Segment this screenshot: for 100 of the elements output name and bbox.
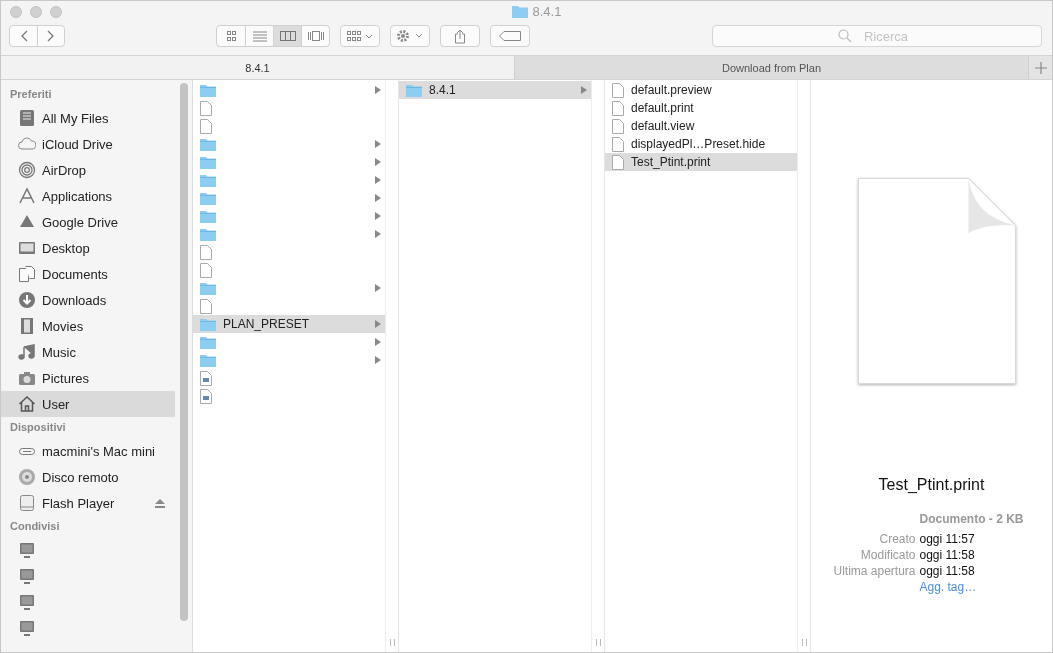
file-name: displayedPl…Preset.hide bbox=[631, 137, 766, 151]
sidebar-section-title: Condivisi bbox=[9, 519, 61, 534]
grid-dropdown-icon bbox=[346, 30, 374, 42]
column-resize-handle[interactable] bbox=[389, 639, 395, 646]
info-label: Ultima apertura bbox=[833, 564, 916, 578]
sidebar-item[interactable]: Music bbox=[1, 339, 175, 365]
document-preview-icon bbox=[857, 178, 1016, 384]
document-icon bbox=[200, 100, 212, 116]
file-row[interactable]: default.view bbox=[605, 117, 797, 135]
sidebar-item[interactable]: Applications bbox=[1, 183, 175, 209]
music-note-icon bbox=[18, 343, 36, 361]
folder-icon bbox=[200, 155, 216, 169]
disclosure-arrow-icon bbox=[375, 176, 381, 184]
file-row[interactable]: default.preview bbox=[605, 81, 797, 99]
desktop-icon bbox=[18, 239, 36, 257]
folder-icon bbox=[511, 5, 528, 18]
sidebar-item[interactable]: Pictures bbox=[1, 365, 175, 391]
sidebar-item[interactable]: Google Drive bbox=[1, 209, 175, 235]
sidebar-item[interactable]: User bbox=[1, 391, 175, 417]
folder-icon bbox=[200, 317, 216, 331]
folder-icon bbox=[200, 83, 216, 97]
arrange-button[interactable] bbox=[340, 25, 380, 47]
tag-icon bbox=[499, 31, 521, 41]
folder-icon bbox=[200, 209, 216, 223]
documents-icon bbox=[18, 265, 36, 283]
file-row[interactable]: default.print bbox=[605, 99, 797, 117]
sidebar-item-label: All My Files bbox=[42, 110, 109, 126]
file-name: 8.4.1 bbox=[429, 83, 456, 97]
sidebar-item-label: Pictures bbox=[42, 370, 89, 386]
sidebar-item-label: Movies bbox=[42, 318, 84, 334]
sidebar-item-label: AirDrop bbox=[42, 162, 87, 178]
sidebar-item-label: Applications bbox=[42, 188, 113, 204]
tab[interactable]: Download from Plan bbox=[514, 56, 1028, 79]
computer-icon bbox=[18, 619, 36, 637]
eject-icon[interactable] bbox=[155, 498, 165, 508]
file-kind-label: Documento - 2 KB bbox=[919, 512, 1024, 526]
column-resize-handle[interactable] bbox=[595, 639, 601, 646]
file-name: Test_Ptint.print bbox=[631, 155, 711, 169]
sidebar-item[interactable]: Flash Player bbox=[1, 490, 175, 516]
settings-button[interactable] bbox=[390, 25, 430, 47]
zoom-button[interactable] bbox=[50, 6, 62, 18]
minimize-button[interactable] bbox=[30, 6, 42, 18]
file-row[interactable]: 8.4.1 bbox=[399, 81, 591, 99]
sidebar-item[interactable]: AirDrop bbox=[1, 157, 175, 183]
info-label: Modificato bbox=[859, 548, 916, 562]
computer-icon bbox=[18, 567, 36, 585]
sidebar-item[interactable]: Documents bbox=[1, 261, 175, 287]
share-icon bbox=[454, 28, 466, 44]
document-icon bbox=[200, 118, 212, 134]
sidebar-item-label: Desktop bbox=[42, 240, 90, 256]
sidebar-item[interactable]: All My Files bbox=[1, 105, 175, 131]
folder-icon bbox=[200, 335, 216, 349]
document-icon bbox=[200, 262, 212, 278]
file-name: PLAN_PRESET bbox=[223, 317, 310, 331]
file-row[interactable]: Test_Ptint.print bbox=[605, 153, 797, 171]
camera-icon bbox=[18, 369, 36, 387]
sidebar-item[interactable]: macmini's Mac mini bbox=[1, 438, 175, 464]
info-value: oggi 11:58 bbox=[919, 564, 976, 578]
column-view-icon bbox=[277, 30, 298, 42]
info-value: oggi 11:57 bbox=[919, 532, 976, 546]
applications-icon bbox=[18, 187, 36, 205]
disclosure-arrow-icon bbox=[375, 140, 381, 148]
sidebar-item[interactable]: iCloud Drive bbox=[1, 131, 175, 157]
sidebar-section-title: Dispositivi bbox=[9, 420, 67, 435]
file-row[interactable]: displayedPl…Preset.hide bbox=[605, 135, 797, 153]
scrollbar-thumb[interactable] bbox=[179, 83, 188, 621]
sidebar-item[interactable]: Desktop bbox=[1, 235, 175, 261]
sidebar-item[interactable]: Movies bbox=[1, 313, 175, 339]
computer-icon bbox=[18, 541, 36, 559]
film-icon bbox=[18, 317, 36, 335]
column-view-button[interactable] bbox=[273, 26, 301, 46]
tab[interactable]: 8.4.1 bbox=[1, 56, 514, 79]
disclosure-arrow-icon bbox=[375, 86, 381, 94]
disclosure-arrow-icon bbox=[375, 158, 381, 166]
file-name: default.preview bbox=[631, 83, 712, 97]
sidebar-item-label: Google Drive bbox=[42, 214, 118, 230]
tag-button[interactable] bbox=[490, 25, 530, 47]
chevron-right-icon bbox=[47, 30, 55, 42]
folder-icon bbox=[200, 353, 216, 367]
cloud-icon bbox=[18, 135, 36, 153]
folder-icon bbox=[200, 173, 216, 187]
download-icon bbox=[18, 291, 36, 309]
close-button[interactable] bbox=[10, 6, 22, 18]
document-icon bbox=[612, 118, 624, 134]
disclosure-arrow-icon bbox=[375, 230, 381, 238]
share-button[interactable] bbox=[440, 25, 480, 47]
file-row[interactable]: PLAN_PRESET bbox=[193, 315, 385, 333]
plus-icon bbox=[1034, 61, 1047, 74]
home-icon bbox=[18, 395, 36, 413]
disclosure-arrow-icon bbox=[581, 86, 587, 94]
column-resize-handle[interactable] bbox=[801, 639, 807, 646]
folder-icon bbox=[200, 191, 216, 205]
document-icon bbox=[200, 244, 212, 260]
sidebar-item[interactable]: Downloads bbox=[1, 287, 175, 313]
cover-flow-icon bbox=[305, 30, 326, 42]
sidebar-item-label: Flash Player bbox=[42, 495, 115, 511]
disclosure-arrow-icon bbox=[375, 356, 381, 364]
window-title: 8.4.1 bbox=[532, 4, 562, 19]
document-icon bbox=[612, 100, 624, 116]
sidebar-item[interactable]: Disco remoto bbox=[1, 464, 175, 490]
